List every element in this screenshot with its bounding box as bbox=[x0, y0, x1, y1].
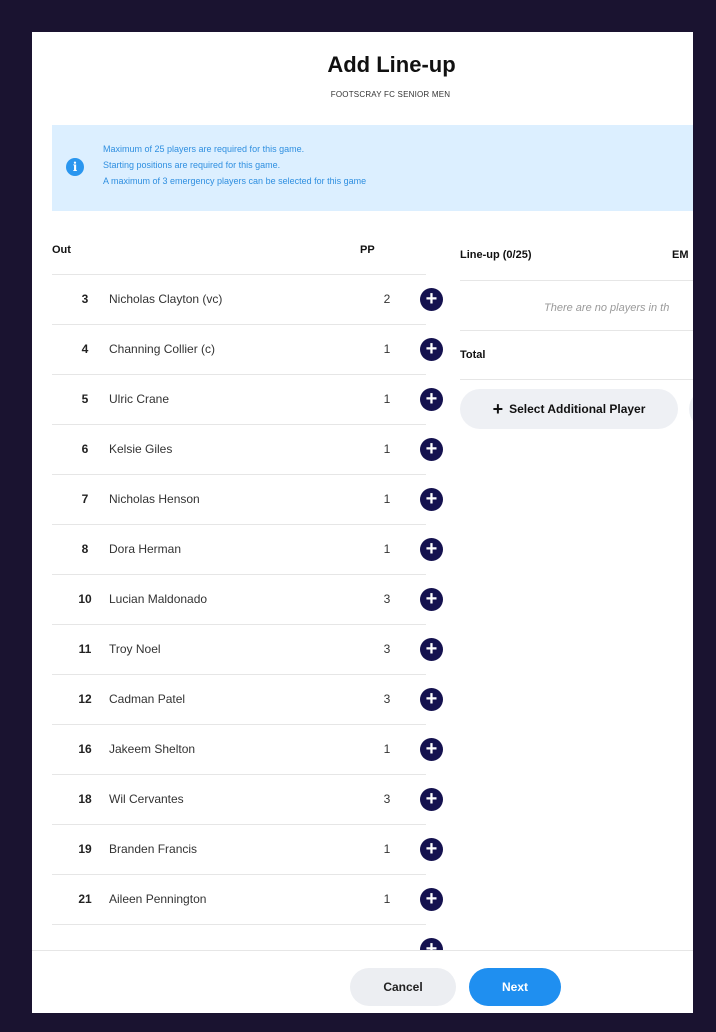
player-row: 8 Dora Herman 1 + bbox=[52, 524, 443, 574]
total-label: Total bbox=[460, 349, 486, 361]
player-number: 5 bbox=[81, 392, 89, 406]
player-number: 21 bbox=[78, 892, 92, 906]
player-number: 18 bbox=[78, 792, 92, 806]
player-row: 21 Aileen Pennington 1 + bbox=[52, 874, 443, 924]
modal-title: Add Line-up bbox=[327, 52, 456, 77]
cancel-button[interactable]: Cancel bbox=[350, 968, 456, 1006]
player-pp: 1 bbox=[383, 842, 391, 856]
player-pp: 2 bbox=[383, 292, 391, 306]
divider bbox=[460, 280, 693, 281]
player-pp: 3 bbox=[383, 692, 391, 706]
add-player-icon[interactable]: + bbox=[420, 788, 443, 811]
out-column-header: Out bbox=[52, 244, 71, 256]
add-player-icon[interactable]: + bbox=[420, 838, 443, 861]
out-player-list: 3 Nicholas Clayton (vc) 2 +4 Channing Collie… bbox=[52, 274, 443, 974]
pp-column-header: PP bbox=[360, 244, 375, 256]
player-name: Nicholas Henson bbox=[109, 492, 200, 506]
info-lines: Maximum of 25 players are required for t… bbox=[103, 141, 366, 189]
player-pp: 3 bbox=[383, 642, 391, 656]
player-number: 4 bbox=[81, 342, 89, 356]
empty-lineup-message: There are no players in th bbox=[544, 302, 670, 314]
player-row: 18 Wil Cervantes 3 + bbox=[52, 774, 443, 824]
player-name: Wil Cervantes bbox=[109, 792, 184, 806]
add-player-icon[interactable]: + bbox=[420, 438, 443, 461]
info-line: A maximum of 3 emergency players can be … bbox=[103, 176, 367, 186]
player-pp: 3 bbox=[383, 592, 391, 606]
player-number: 11 bbox=[78, 642, 92, 656]
player-name: Dora Herman bbox=[109, 542, 182, 556]
add-player-icon[interactable]: + bbox=[420, 738, 443, 761]
player-row: 12 Cadman Patel 3 + bbox=[52, 674, 443, 724]
modal-subtitle: FOOTSCRAY FC SENIOR MEN bbox=[330, 90, 451, 99]
player-row: 16 Jakeem Shelton 1 + bbox=[52, 724, 443, 774]
add-player-icon[interactable]: + bbox=[420, 538, 443, 561]
modal-footer: Cancel Next bbox=[32, 950, 693, 1013]
player-name: Kelsie Giles bbox=[109, 442, 173, 456]
add-player-icon[interactable]: + bbox=[420, 588, 443, 611]
divider bbox=[460, 379, 693, 380]
secondary-action-button[interactable] bbox=[689, 389, 693, 429]
player-number: 16 bbox=[78, 742, 92, 756]
plus-icon: + bbox=[492, 399, 504, 419]
player-row: 11 Troy Noel 3 + bbox=[52, 624, 443, 674]
player-name: Ulric Crane bbox=[109, 392, 170, 406]
add-player-icon[interactable]: + bbox=[420, 388, 443, 411]
player-pp: 1 bbox=[383, 542, 391, 556]
player-number: 19 bbox=[78, 842, 92, 856]
player-row: 10 Lucian Maldonado 3 + bbox=[52, 574, 443, 624]
info-line: Maximum of 25 players are required for t… bbox=[103, 144, 305, 154]
player-number: 10 bbox=[78, 592, 92, 606]
add-player-icon[interactable]: + bbox=[420, 888, 443, 911]
player-pp: 1 bbox=[383, 492, 391, 506]
add-player-icon[interactable]: + bbox=[420, 338, 443, 361]
player-name: Troy Noel bbox=[109, 642, 161, 656]
player-name: Branden Francis bbox=[109, 842, 198, 856]
player-name: Nicholas Clayton (vc) bbox=[109, 292, 223, 306]
player-number: 8 bbox=[81, 542, 89, 556]
player-pp: 1 bbox=[383, 442, 391, 456]
player-number: 7 bbox=[81, 492, 89, 506]
player-name: Lucian Maldonado bbox=[109, 592, 208, 606]
lineup-header: Line-up (0/25) bbox=[460, 249, 532, 261]
player-row: 3 Nicholas Clayton (vc) 2 + bbox=[52, 274, 443, 324]
emergency-header: EM bbox=[672, 249, 689, 261]
player-row: 6 Kelsie Giles 1 + bbox=[52, 424, 443, 474]
select-additional-player-label: Select Additional Player bbox=[509, 402, 646, 416]
player-pp: 3 bbox=[383, 792, 391, 806]
select-additional-player-button[interactable]: + Select Additional Player bbox=[460, 389, 678, 429]
info-line: Starting positions are required for this… bbox=[103, 160, 281, 170]
player-pp: 1 bbox=[383, 342, 391, 356]
info-icon: i bbox=[66, 158, 84, 176]
player-pp: 1 bbox=[383, 742, 391, 756]
next-button[interactable]: Next bbox=[469, 968, 561, 1006]
add-player-icon[interactable]: + bbox=[420, 638, 443, 661]
info-banner: i Maximum of 25 players are required for… bbox=[52, 125, 693, 211]
player-row: 19 Branden Francis 1 + bbox=[52, 824, 443, 874]
divider bbox=[460, 330, 693, 331]
player-number: 6 bbox=[81, 442, 89, 456]
player-pp: 1 bbox=[383, 392, 391, 406]
add-player-icon[interactable]: + bbox=[420, 288, 443, 311]
player-name: Aileen Pennington bbox=[109, 892, 207, 906]
player-number: 12 bbox=[78, 692, 92, 706]
player-row: 4 Channing Collier (c) 1 + bbox=[52, 324, 443, 374]
player-pp: 1 bbox=[383, 892, 391, 906]
player-number: 3 bbox=[81, 292, 89, 306]
add-player-icon[interactable]: + bbox=[420, 488, 443, 511]
player-name: Jakeem Shelton bbox=[109, 742, 196, 756]
player-name: Channing Collier (c) bbox=[109, 342, 216, 356]
add-lineup-modal: Add Line-up FOOTSCRAY FC SENIOR MEN i Ma… bbox=[32, 32, 693, 1013]
add-player-icon[interactable]: + bbox=[420, 688, 443, 711]
player-row: 7 Nicholas Henson 1 + bbox=[52, 474, 443, 524]
player-row: 5 Ulric Crane 1 + bbox=[52, 374, 443, 424]
player-name: Cadman Patel bbox=[109, 692, 186, 706]
